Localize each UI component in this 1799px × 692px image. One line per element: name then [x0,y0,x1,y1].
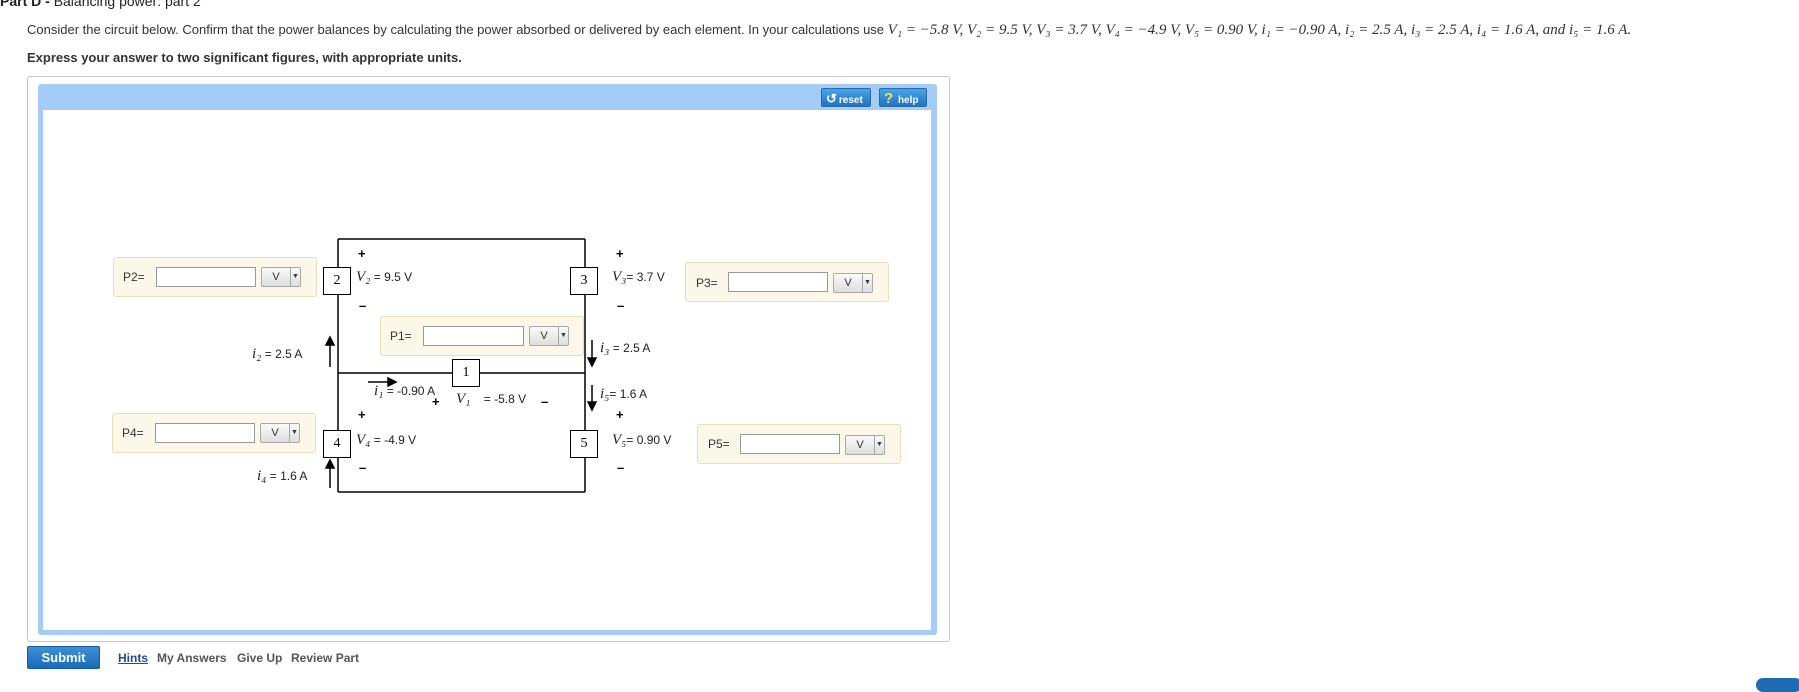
dropdown-arrow-icon: ▼ [290,268,300,286]
v1-minus-sign: – [541,394,549,409]
i4-value: = 1.6 A [269,469,308,483]
i1-symbol: i₁ [374,383,384,399]
v2-symbol: V₂ [356,269,371,285]
i5-symbol: i₅ [600,386,610,402]
i2-value: = 2.5 A [264,347,303,361]
dropdown-arrow-icon: ▼ [874,436,884,454]
v3-minus-sign: – [617,298,625,313]
arrow-i4-head [324,458,336,469]
my-answers-link[interactable]: My Answers [157,651,227,665]
p5-input[interactable] [740,434,840,454]
v1-label: V₁ = -5.8 V [456,391,526,408]
arrow-i5-head [586,401,598,412]
p1-unit-select[interactable]: V ▼ [529,326,569,346]
p1-input[interactable] [423,326,524,346]
i4-label: i₄ = 1.6 A [257,468,307,485]
v5-label: V₅= 0.90 V [612,432,671,449]
p3-unit-value: V [844,277,852,289]
give-up-link[interactable]: Give Up [237,651,282,665]
v4-minus-sign: – [359,460,367,475]
node-4: 4 [323,430,351,458]
v5-plus-sign: + [616,407,624,422]
v3-label: V₃= 3.7 V [612,269,665,286]
i2-label: i₂ = 2.5 A [252,346,302,363]
v2-minus-sign: – [359,298,367,313]
p3-unit-select[interactable]: V ▼ [833,273,873,293]
p2-answer-box: P2= V ▼ [113,257,317,297]
p3-input[interactable] [728,272,828,292]
i2-symbol: i₂ [252,346,262,362]
v2-label: V₂ = 9.5 V [356,269,412,286]
feedback-tab[interactable] [1756,678,1799,692]
p3-label: P3= [696,276,718,290]
node-5: 5 [570,430,598,458]
p2-unit-select[interactable]: V ▼ [261,267,301,287]
p4-unit-select[interactable]: V ▼ [260,423,300,443]
p4-label: P4= [122,426,144,440]
i4-symbol: i₄ [257,468,267,484]
v4-plus-sign: + [358,407,366,422]
node-2: 2 [323,267,351,295]
review-part-link[interactable]: Review Part [291,651,359,665]
v4-label: V₄ = -4.9 V [356,432,416,449]
p2-input[interactable] [156,267,256,287]
v3-plus-sign: + [616,246,624,261]
submit-button[interactable]: Submit [27,646,100,669]
v2-plus-sign: + [358,246,366,261]
v5-value: = 0.90 V [626,433,672,447]
v4-value: = -4.9 V [373,433,417,447]
arrow-i3-head [586,357,598,368]
node-1: 1 [452,359,480,387]
i3-label: i₃ = 2.5 A [600,340,650,357]
p5-unit-select[interactable]: V ▼ [845,435,885,455]
i5-label: i₅= 1.6 A [600,386,647,403]
p5-unit-value: V [856,439,864,451]
i3-value: = 2.5 A [612,341,651,355]
dropdown-arrow-icon: ▼ [862,274,872,292]
i1-value: = -0.90 A [386,384,436,398]
dropdown-arrow-icon: ▼ [289,424,299,442]
v4-symbol: V₄ [356,432,371,448]
i1-label: i₁ = -0.90 A [374,383,435,400]
v3-value: = 3.7 V [626,270,665,284]
p5-label: P5= [708,437,730,451]
i5-value: = 1.6 A [609,387,648,401]
v1-symbol: V₁ [456,391,471,407]
p1-unit-value: V [540,330,548,342]
i3-symbol: i₃ [600,340,610,356]
node-3: 3 [570,267,598,295]
p2-label: P2= [123,270,145,284]
p3-answer-box: P3= V ▼ [685,262,889,302]
p1-answer-box: P1= V ▼ [380,316,584,356]
v1-value: = -5.8 V [483,392,527,406]
hints-link[interactable]: Hints [118,651,148,665]
p4-answer-box: P4= V ▼ [112,413,316,453]
p5-answer-box: P5= V ▼ [697,424,901,464]
dropdown-arrow-icon: ▼ [558,327,568,345]
v2-value: = 9.5 V [373,270,413,284]
arrow-i2-head [324,335,336,346]
v5-symbol: V₅ [612,432,627,448]
p2-unit-value: V [272,271,280,283]
p4-unit-value: V [271,427,279,439]
v5-minus-sign: – [617,460,625,475]
p1-label: P1= [390,329,412,343]
p4-input[interactable] [155,423,255,443]
circuit-diagram [324,238,598,493]
v3-symbol: V₃ [612,269,627,285]
